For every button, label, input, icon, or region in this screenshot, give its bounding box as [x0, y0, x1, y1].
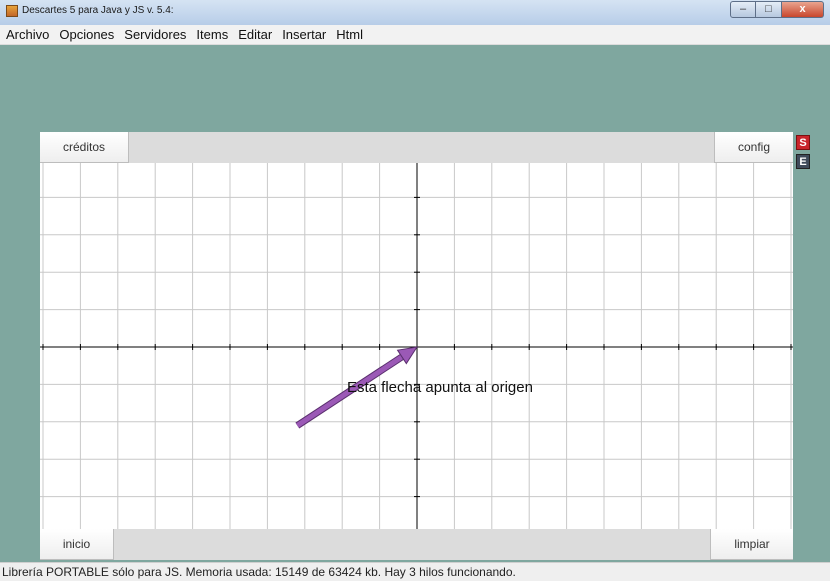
maximize-button[interactable]: □	[756, 1, 782, 18]
minimize-button[interactable]: –	[730, 1, 756, 18]
app-icon	[6, 5, 18, 17]
s-badge-button[interactable]: S	[796, 135, 810, 150]
menu-opciones[interactable]: Opciones	[54, 25, 119, 44]
close-button[interactable]: x	[782, 1, 824, 18]
workspace: créditos config Esta flecha apunta al or…	[0, 45, 830, 562]
e-badge-button[interactable]: E	[796, 154, 810, 169]
window-controls: – □ x	[730, 1, 824, 18]
menu-items[interactable]: Items	[191, 25, 233, 44]
menu-servidores[interactable]: Servidores	[119, 25, 191, 44]
menu-insertar[interactable]: Insertar	[277, 25, 331, 44]
menu-bar: Archivo Opciones Servidores Items Editar…	[0, 25, 830, 45]
title-bar: Descartes 5 para Java y JS v. 5.4: – □ x	[0, 0, 830, 26]
bottom-button-bar: inicio limpiar	[40, 529, 793, 560]
menu-archivo[interactable]: Archivo	[0, 25, 54, 44]
limpiar-button[interactable]: limpiar	[710, 529, 793, 560]
menu-html[interactable]: Html	[331, 25, 368, 44]
window-title: Descartes 5 para Java y JS v. 5.4:	[22, 5, 174, 16]
annotation-text: Esta flecha apunta al origen	[347, 379, 533, 396]
top-button-bar: créditos config	[40, 132, 793, 163]
cartesian-plane[interactable]: Esta flecha apunta al origen	[40, 163, 793, 529]
descartes-scene: créditos config Esta flecha apunta al or…	[40, 132, 793, 561]
creditos-button[interactable]: créditos	[40, 132, 129, 163]
config-button[interactable]: config	[714, 132, 793, 163]
menu-editar[interactable]: Editar	[233, 25, 277, 44]
inicio-button[interactable]: inicio	[40, 529, 114, 560]
status-bar: Librería PORTABLE sólo para JS. Memoria …	[0, 562, 830, 581]
